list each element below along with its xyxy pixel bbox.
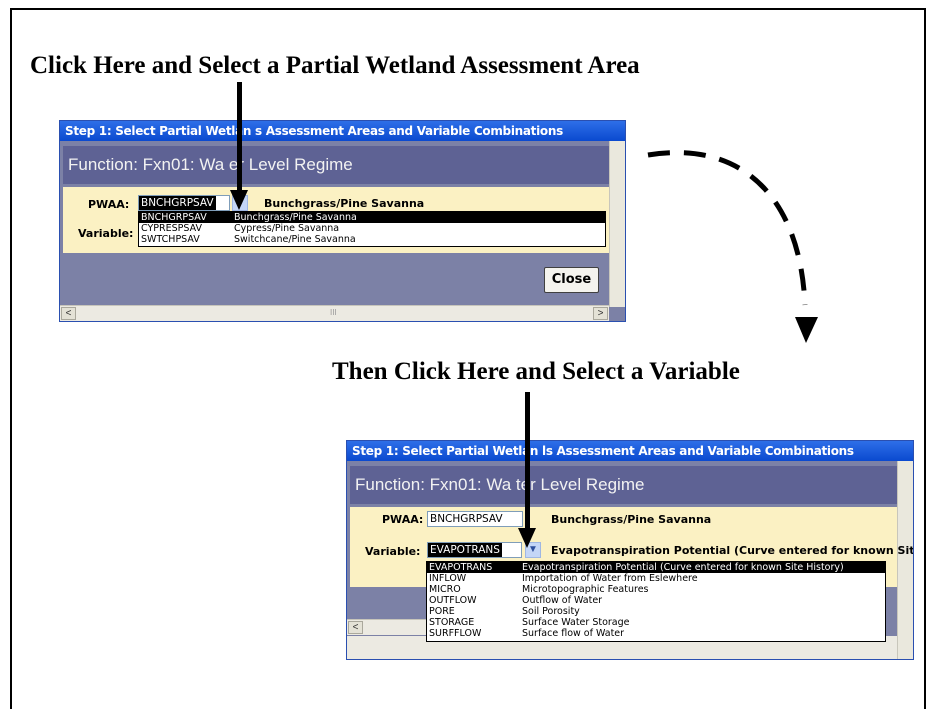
horizontal-scrollbar[interactable]: < III > bbox=[60, 305, 609, 321]
scroll-left-icon[interactable]: < bbox=[348, 621, 363, 634]
variable-description: Evapotranspiration Potential (Curve ente… bbox=[551, 544, 914, 557]
option-code: OUTFLOW bbox=[429, 595, 477, 606]
arrow-down-icon bbox=[230, 190, 248, 210]
option-description: Outflow of Water bbox=[522, 595, 603, 606]
dialog-title: Step 1: Select Partial Wetlan ls Assessm… bbox=[347, 441, 913, 461]
pwaa-dropdown-list[interactable]: BNCHGRPSAV Bunchgrass/Pine Savanna CYPRE… bbox=[138, 211, 606, 247]
list-item[interactable]: INFLOW Importation of Water from Eslewhe… bbox=[427, 573, 885, 584]
list-item[interactable]: CYPRESPSAV Cypress/Pine Savanna bbox=[139, 223, 605, 234]
arrow-down-icon bbox=[518, 528, 536, 548]
option-description: Switchcane/Pine Savanna bbox=[234, 234, 356, 245]
variable-combo[interactable]: EVAPOTRANS bbox=[427, 542, 522, 558]
pwaa-label: PWAA: bbox=[382, 513, 424, 526]
option-description: Surface Water Storage bbox=[522, 617, 630, 628]
pwaa-description: Bunchgrass/Pine Savanna bbox=[551, 513, 712, 526]
vertical-scrollbar[interactable] bbox=[897, 461, 913, 659]
variable-label: Variable: bbox=[78, 227, 134, 240]
list-item[interactable]: MICRO Microtopographic Features bbox=[427, 584, 885, 595]
scroll-thumb[interactable]: III bbox=[330, 308, 337, 317]
function-label: Function: Fxn01: Wa er Level Regime bbox=[63, 146, 609, 184]
option-code: EVAPOTRANS bbox=[429, 562, 493, 573]
scroll-left-icon[interactable]: < bbox=[61, 307, 76, 320]
option-code: CYPRESPSAV bbox=[141, 223, 202, 234]
variable-value: EVAPOTRANS bbox=[428, 543, 502, 557]
list-item[interactable]: SWTCHPSAV Switchcane/Pine Savanna bbox=[139, 234, 605, 245]
dialog-title: Step 1: Select Partial Wetlan s Assessme… bbox=[60, 121, 625, 141]
list-item[interactable]: OUTFLOW Outflow of Water bbox=[427, 595, 885, 606]
scroll-right-icon[interactable]: > bbox=[593, 307, 608, 320]
option-code: STORAGE bbox=[429, 617, 475, 628]
option-code: BNCHGRPSAV bbox=[141, 212, 207, 223]
pointer-arrow-shaft bbox=[237, 82, 242, 194]
variable-dropdown-list[interactable]: EVAPOTRANS Evapotranspiration Potential … bbox=[426, 561, 886, 642]
option-description: Importation of Water from Eslewhere bbox=[522, 573, 698, 584]
variable-label: Variable: bbox=[365, 545, 421, 558]
list-item[interactable]: SURFFLOW Surface flow of Water bbox=[427, 628, 885, 639]
pwaa-combo[interactable]: BNCHGRPSAV bbox=[138, 195, 230, 211]
close-button[interactable]: Close bbox=[544, 267, 599, 293]
instruction-top: Click Here and Select a Partial Wetland … bbox=[30, 52, 640, 79]
option-code: SURFFLOW bbox=[429, 628, 482, 639]
option-description: Cypress/Pine Savanna bbox=[234, 223, 340, 234]
list-item[interactable]: STORAGE Surface Water Storage bbox=[427, 617, 885, 628]
dashed-curved-arrow-icon bbox=[647, 150, 818, 343]
pwaa-description: Bunchgrass/Pine Savanna bbox=[264, 197, 425, 210]
option-description: Microtopographic Features bbox=[522, 584, 649, 595]
function-label: Function: Fxn01: Wa ter Level Regime bbox=[350, 466, 897, 504]
option-description: Evapotranspiration Potential (Curve ente… bbox=[522, 562, 844, 573]
option-code: SWTCHPSAV bbox=[141, 234, 200, 245]
pwaa-value: BNCHGRPSAV bbox=[139, 196, 216, 210]
pointer-arrow-shaft bbox=[525, 392, 530, 532]
option-description: Surface flow of Water bbox=[522, 628, 625, 639]
pwaa-label: PWAA: bbox=[88, 198, 130, 211]
list-item[interactable]: BNCHGRPSAV Bunchgrass/Pine Savanna bbox=[139, 212, 605, 223]
option-code: MICRO bbox=[429, 584, 461, 595]
option-code: INFLOW bbox=[429, 573, 467, 584]
option-code: PORE bbox=[429, 606, 455, 617]
pwaa-dialog: Step 1: Select Partial Wetlan s Assessme… bbox=[59, 120, 626, 322]
instruction-bottom: Then Click Here and Select a Variable bbox=[332, 358, 740, 385]
pwaa-combo[interactable]: BNCHGRPSAV bbox=[427, 511, 523, 527]
list-item[interactable]: EVAPOTRANS Evapotranspiration Potential … bbox=[427, 562, 885, 573]
list-item[interactable]: PORE Soil Porosity bbox=[427, 606, 885, 617]
vertical-scrollbar[interactable] bbox=[609, 141, 625, 307]
option-description: Bunchgrass/Pine Savanna bbox=[234, 212, 357, 223]
option-description: Soil Porosity bbox=[522, 606, 580, 617]
